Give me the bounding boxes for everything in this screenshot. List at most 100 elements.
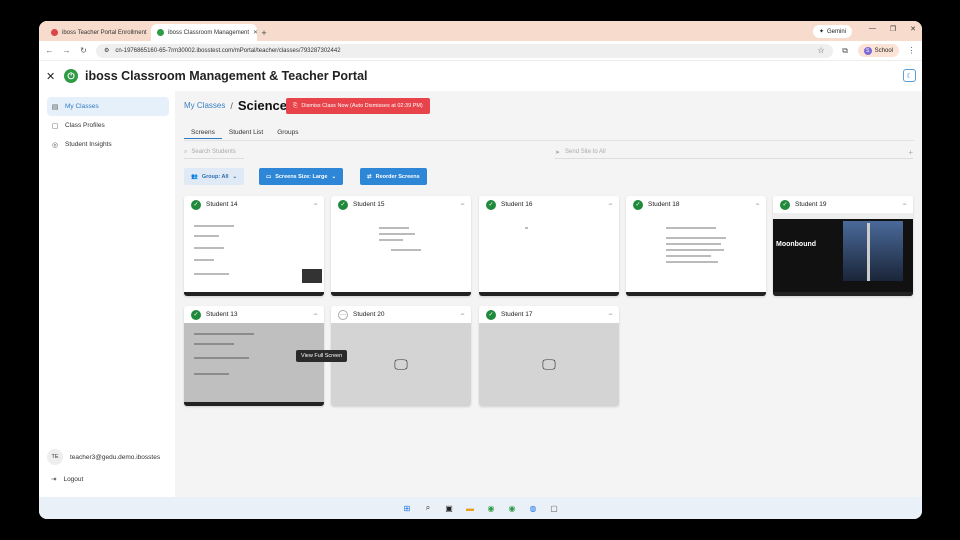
card-header: ✓ Student 16 ··· bbox=[479, 196, 619, 213]
edge-icon[interactable]: ◍ bbox=[528, 503, 539, 514]
profile-avatar: S bbox=[863, 46, 872, 55]
student-screen-thumbnail[interactable] bbox=[479, 213, 619, 296]
search-placeholder: Search Students bbox=[191, 149, 236, 155]
close-window-icon[interactable]: ✕ bbox=[910, 25, 916, 33]
back-icon[interactable]: ← bbox=[45, 46, 54, 55]
tab-screens[interactable]: Screens bbox=[184, 126, 222, 139]
group-icon: 👥 bbox=[191, 173, 198, 180]
theme-toggle-icon[interactable]: ☾ bbox=[903, 69, 916, 82]
tooltip: View Full Screen bbox=[296, 350, 348, 362]
student-card[interactable]: — Student 20 ··· 🖵 bbox=[331, 306, 471, 406]
file-explorer-icon[interactable]: ▬ bbox=[465, 503, 476, 514]
student-card[interactable]: ✓ Student 17 ··· 🖵 bbox=[479, 306, 619, 406]
os-taskbar: ⊞ ⌕ ▣ ▬ ◉ ◉ ◍ ▢ bbox=[39, 497, 922, 519]
minimize-icon[interactable]: — bbox=[869, 25, 876, 33]
close-app-icon[interactable]: ✕ bbox=[46, 70, 60, 83]
breadcrumb-separator: / bbox=[230, 100, 233, 111]
search-input[interactable]: ⌕ Search Students bbox=[184, 146, 244, 159]
card-header: ✓ Student 15 ··· bbox=[331, 196, 471, 213]
reload-icon[interactable]: ↻ bbox=[79, 46, 88, 55]
more-options-icon[interactable]: ··· bbox=[313, 201, 318, 208]
card-header: ✓ Student 17 ··· bbox=[479, 306, 619, 323]
reorder-screens-button[interactable]: ⇄ Reorder Screens bbox=[360, 168, 427, 185]
bookmark-star-icon[interactable]: ☆ bbox=[817, 46, 824, 55]
group-filter-button[interactable]: 👥 Group: All ⌄ bbox=[184, 168, 245, 185]
address-bar-row: ← → ↻ ⚙ cn-1976865160-65-7rm30002.ibosst… bbox=[39, 41, 922, 61]
gmail-icon bbox=[51, 29, 58, 36]
student-screen-thumbnail[interactable] bbox=[331, 213, 471, 296]
dismiss-class-button[interactable]: ⎘ Dismiss Class Now (Auto Dismisses at 0… bbox=[286, 98, 430, 114]
insights-icon: ◎ bbox=[51, 141, 59, 149]
more-options-icon[interactable]: ··· bbox=[313, 311, 318, 318]
student-name: Student 19 bbox=[795, 201, 827, 208]
online-check-icon: ✓ bbox=[338, 199, 348, 210]
student-screen-thumbnail[interactable]: 🖵 bbox=[479, 323, 619, 406]
more-options-icon[interactable]: ··· bbox=[460, 311, 465, 318]
student-screen-thumbnail[interactable] bbox=[626, 213, 766, 296]
card-header: ✓ Student 19 ··· bbox=[773, 196, 913, 213]
chevron-down-icon: ⌄ bbox=[232, 173, 238, 180]
more-options-icon[interactable]: ··· bbox=[902, 201, 907, 208]
browser-tab-enrollment[interactable]: iboss Teacher Portal Enrollment ✕ bbox=[45, 24, 151, 41]
group-label: Group: All bbox=[201, 173, 229, 180]
chrome-icon[interactable]: ◉ bbox=[486, 503, 497, 514]
card-header: ✓ Student 13 ··· bbox=[184, 306, 324, 323]
app-icon[interactable]: ▢ bbox=[549, 503, 560, 514]
student-card[interactable]: ✓ Student 19 ··· Moonbound bbox=[773, 196, 913, 296]
profile-button[interactable]: S School bbox=[857, 44, 899, 57]
extensions-icon[interactable]: ⧉ bbox=[841, 46, 850, 56]
sidebar-item-class-profiles[interactable]: ▢ Class Profiles bbox=[47, 116, 169, 135]
add-site-icon[interactable]: + bbox=[908, 148, 913, 157]
sidebar-item-label: My Classes bbox=[65, 103, 99, 110]
more-options-icon[interactable]: ··· bbox=[608, 311, 613, 318]
student-name: Student 14 bbox=[206, 201, 238, 208]
forward-icon[interactable]: → bbox=[62, 46, 71, 55]
logout-button[interactable]: ⇥ Logout bbox=[51, 475, 84, 484]
more-options-icon[interactable]: ··· bbox=[755, 201, 760, 208]
sidebar-item-student-insights[interactable]: ◎ Student Insights bbox=[47, 135, 169, 154]
tab-student-list[interactable]: Student List bbox=[222, 126, 270, 139]
more-options-icon[interactable]: ··· bbox=[460, 201, 465, 208]
online-check-icon: ✓ bbox=[486, 199, 496, 210]
offline-status-icon: — bbox=[338, 309, 348, 320]
logout-icon: ⇥ bbox=[51, 476, 57, 483]
breadcrumb-my-classes[interactable]: My Classes bbox=[184, 101, 225, 110]
student-card[interactable]: ✓ Student 18 ··· bbox=[626, 196, 766, 296]
tab-groups[interactable]: Groups bbox=[270, 126, 305, 139]
site-info-icon[interactable]: ⚙ bbox=[104, 47, 109, 54]
student-screen-thumbnail[interactable]: 🖵 bbox=[331, 323, 471, 406]
new-tab-button[interactable]: + bbox=[257, 24, 271, 41]
browser-tab-strip: iboss Teacher Portal Enrollment ✕ iboss … bbox=[39, 21, 922, 41]
breadcrumb: My Classes / Science bbox=[184, 98, 287, 113]
task-view-icon[interactable]: ▣ bbox=[444, 503, 455, 514]
student-card[interactable]: ✓ Student 14 ··· bbox=[184, 196, 324, 296]
chrome-profile-icon[interactable]: ◉ bbox=[507, 503, 518, 514]
student-screen-thumbnail[interactable] bbox=[184, 323, 324, 406]
reorder-icon: ⇄ bbox=[367, 173, 372, 180]
student-card[interactable]: ✓ Student 16 ··· bbox=[479, 196, 619, 296]
search-icon[interactable]: ⌕ bbox=[423, 503, 434, 514]
classes-icon: ▤ bbox=[51, 103, 59, 111]
screen-size-button[interactable]: ▭ Screens Size: Large ⌄ bbox=[259, 168, 344, 185]
logout-label: Logout bbox=[63, 475, 84, 483]
card-header: — Student 20 ··· bbox=[331, 306, 471, 323]
gemini-button[interactable]: ✦ Gemini bbox=[812, 25, 852, 38]
dismiss-icon: ⎘ bbox=[293, 102, 298, 109]
student-screen-thumbnail[interactable]: Moonbound bbox=[773, 213, 913, 296]
maximize-icon[interactable]: ❐ bbox=[890, 25, 896, 33]
sidebar-item-my-classes[interactable]: ▤ My Classes bbox=[47, 97, 169, 116]
student-card[interactable]: ✓ Student 15 ··· bbox=[331, 196, 471, 296]
send-site-input[interactable]: ➤ Send Site to All + bbox=[555, 146, 913, 159]
browser-menu-icon[interactable]: ⋮ bbox=[907, 46, 916, 55]
sidebar-item-label: Class Profiles bbox=[65, 122, 105, 129]
browser-tab-classroom[interactable]: iboss Classroom Management ✕ bbox=[151, 24, 257, 41]
windows-start-icon[interactable]: ⊞ bbox=[402, 503, 413, 514]
screen-headline: Moonbound bbox=[776, 241, 817, 248]
address-bar[interactable]: ⚙ cn-1976865160-65-7rm30002.ibosstest.co… bbox=[96, 43, 833, 58]
user-account[interactable]: TE teacher3@gedu.demo.ibosstes bbox=[47, 449, 160, 465]
more-options-icon[interactable]: ··· bbox=[608, 201, 613, 208]
card-header: ✓ Student 14 ··· bbox=[184, 196, 324, 213]
student-screen-thumbnail[interactable] bbox=[184, 213, 324, 296]
online-check-icon: ✓ bbox=[191, 309, 201, 320]
app-header: ✕ ⏻ iboss Classroom Management & Teacher… bbox=[39, 61, 922, 91]
